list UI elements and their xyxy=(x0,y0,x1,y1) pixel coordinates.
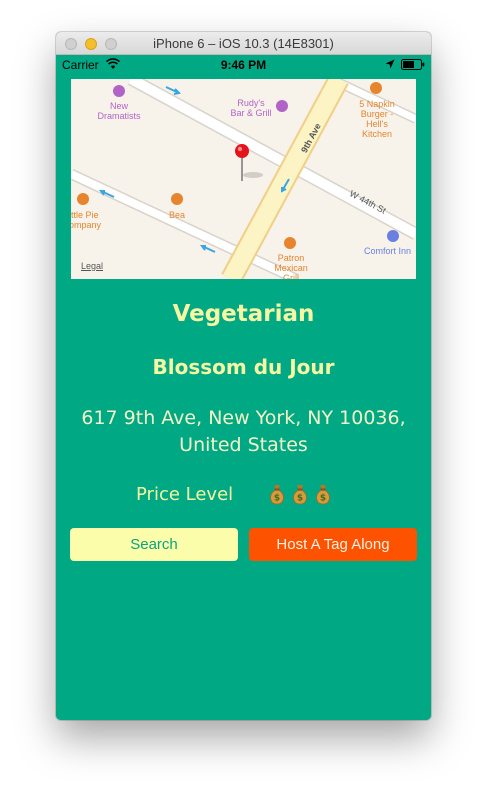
window-titlebar: iPhone 6 – iOS 10.3 (14E8301) xyxy=(56,32,431,55)
poi-patron-mexican-grill[interactable]: Patron Mexican Grill xyxy=(270,253,312,279)
price-level-indicator: $ $ $ xyxy=(268,483,337,505)
money-bag-icon: $ xyxy=(270,485,284,505)
poi-little-pie-company[interactable]: ittle Pie ompany xyxy=(71,210,109,230)
poi-5-napkin-burger[interactable]: 5 Napkin Burger - Hell's Kitchen xyxy=(354,99,400,139)
status-bar: Carrier 9:46 PM xyxy=(56,55,431,75)
poi-rudys-bar[interactable]: Rudy's Bar & Grill xyxy=(226,98,276,118)
money-bag-icon: $ xyxy=(293,485,307,505)
restaurant-category: Vegetarian xyxy=(172,301,315,327)
location-arrow-icon xyxy=(385,59,395,69)
host-tag-along-button[interactable]: Host A Tag Along xyxy=(249,528,417,561)
poi-comfort-inn[interactable]: Comfort Inn xyxy=(364,246,416,256)
price-level-row: Price Level $ $ $ xyxy=(56,482,431,510)
map-legal-link[interactable]: Legal xyxy=(81,261,103,271)
status-time: 9:46 PM xyxy=(220,58,267,72)
window-title: iPhone 6 – iOS 10.3 (14E8301) xyxy=(153,36,334,51)
poi-new-dramatists[interactable]: New Dramatists xyxy=(91,101,147,121)
svg-text:$: $ xyxy=(274,494,280,504)
money-bag-icon: $ xyxy=(316,485,330,505)
battery-icon xyxy=(401,59,425,70)
svg-text:$: $ xyxy=(297,494,303,504)
restaurant-address: 617 9th Ave, New York, NY 10036, United … xyxy=(81,407,406,456)
search-button[interactable]: Search xyxy=(70,528,238,561)
simulator-window: iPhone 6 – iOS 10.3 (14E8301) Carrier 9:… xyxy=(56,32,431,720)
svg-text:$: $ xyxy=(320,494,326,504)
price-level-label: Price Level xyxy=(136,484,234,505)
phone-screen: Carrier 9:46 PM New Dramatists Rudy's Ba… xyxy=(56,55,431,720)
poi-bea[interactable]: Bea xyxy=(163,210,191,220)
restaurant-name: Blossom du Jour xyxy=(152,355,335,379)
restaurant-map[interactable]: New Dramatists Rudy's Bar & Grill 5 Napk… xyxy=(71,79,416,279)
